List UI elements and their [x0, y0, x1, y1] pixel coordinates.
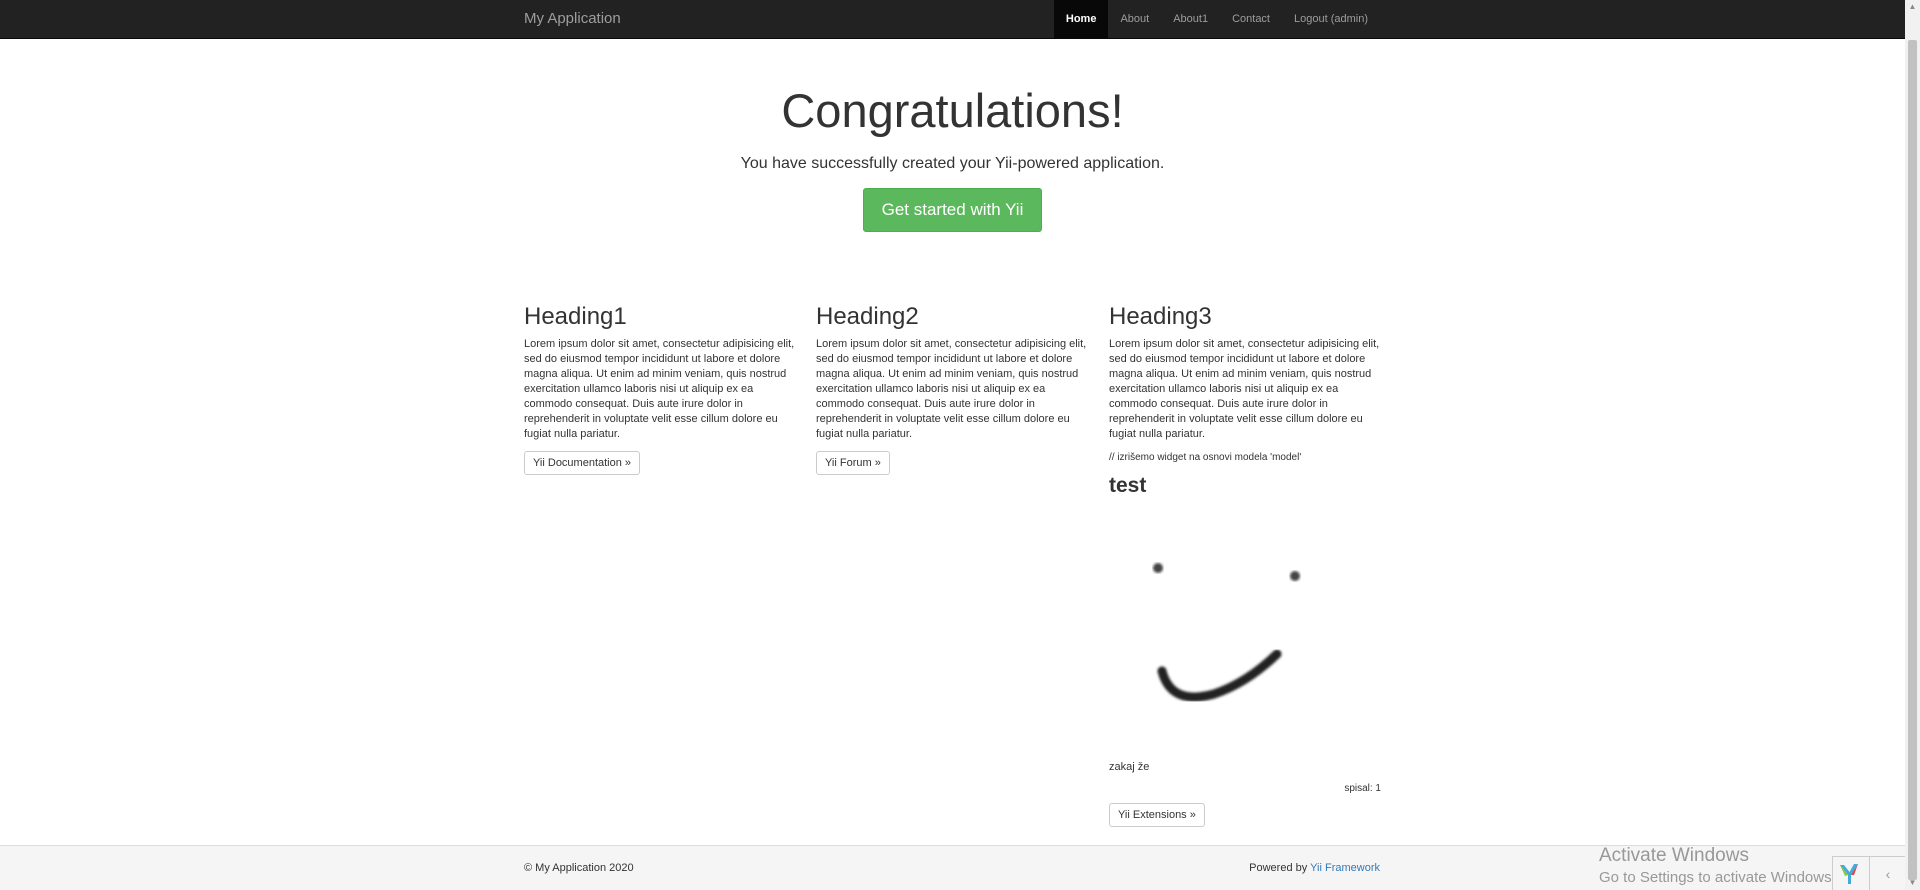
nav-item-home: Home [1053, 0, 1109, 39]
model-widget: test zakaj že spisal: 1 [1109, 471, 1381, 794]
get-started-button[interactable]: Get started with Yii [862, 188, 1043, 232]
yii-documentation-button[interactable]: Yii Documentation » [524, 451, 641, 475]
brand-link[interactable]: My Application [524, 0, 621, 39]
column-1: Heading1 Lorem ipsum dolor sit amet, con… [524, 300, 796, 475]
column-body: Lorem ipsum dolor sit amet, consectetur … [524, 338, 795, 440]
jumbotron: Congratulations! You have successfully c… [0, 80, 1905, 232]
column-3: Heading3 Lorem ipsum dolor sit amet, con… [1109, 300, 1381, 827]
nav-link-home[interactable]: Home [1053, 0, 1109, 39]
footer-powered-by: Powered by Yii Framework [1249, 862, 1380, 874]
page-scrollbar[interactable]: ▲ ▼ [1905, 0, 1920, 890]
column-heading: Heading3 [1109, 303, 1212, 330]
main-nav: Home About About1 Contact Logout (admin) [1053, 0, 1380, 39]
powered-by-text: Powered by [1249, 862, 1311, 874]
nav-item-about: About [1108, 0, 1161, 39]
yii-forum-button[interactable]: Yii Forum » [816, 451, 890, 475]
widget-author: spisal: 1 [1344, 783, 1381, 794]
code-comment: // izrišemo widget na osnovi modela 'mod… [1109, 452, 1302, 463]
navbar: My Application Home About About1 Contact… [0, 0, 1905, 39]
nav-link-about[interactable]: About [1108, 0, 1161, 39]
smiley-face-image [1153, 563, 1300, 702]
nav-link-about1[interactable]: About1 [1161, 0, 1220, 39]
watermark-subtitle: Go to Settings to activate Windows. [1599, 869, 1836, 886]
column-body: Lorem ipsum dolor sit amet, consectetur … [1109, 338, 1380, 440]
page-title: Congratulations! [781, 84, 1124, 137]
scroll-up-arrow-icon[interactable]: ▲ [1905, 0, 1920, 14]
chevron-left-icon[interactable]: ‹ [1869, 857, 1906, 890]
nav-link-contact[interactable]: Contact [1220, 0, 1282, 39]
column-heading: Heading1 [524, 303, 627, 330]
nav-item-logout: Logout (admin) [1282, 0, 1380, 39]
column-body: Lorem ipsum dolor sit amet, consectetur … [816, 338, 1087, 440]
lead-text: You have successfully created your Yii-p… [740, 155, 1165, 172]
nav-item-about1: About1 [1161, 0, 1220, 39]
yii-logo-icon[interactable] [1837, 862, 1861, 886]
yii-extensions-button[interactable]: Yii Extensions » [1109, 803, 1205, 827]
column-2: Heading2 Lorem ipsum dolor sit amet, con… [816, 300, 1088, 475]
yii-framework-link[interactable]: Yii Framework [1310, 862, 1380, 874]
nav-item-contact: Contact [1220, 0, 1282, 39]
yii-debug-toolbar[interactable]: ‹ [1832, 856, 1905, 890]
scrollbar-thumb[interactable] [1908, 40, 1917, 880]
footer-copyright: © My Application 2020 [524, 862, 634, 874]
column-heading: Heading2 [816, 303, 919, 330]
widget-text: zakaj že [1109, 761, 1150, 773]
scroll-down-arrow-icon[interactable]: ▼ [1905, 876, 1920, 890]
activate-windows-watermark: Activate Windows Go to Settings to activ… [1599, 844, 1836, 888]
watermark-title: Activate Windows [1599, 845, 1749, 866]
nav-link-logout[interactable]: Logout (admin) [1282, 0, 1380, 39]
widget-title: test [1109, 474, 1147, 497]
